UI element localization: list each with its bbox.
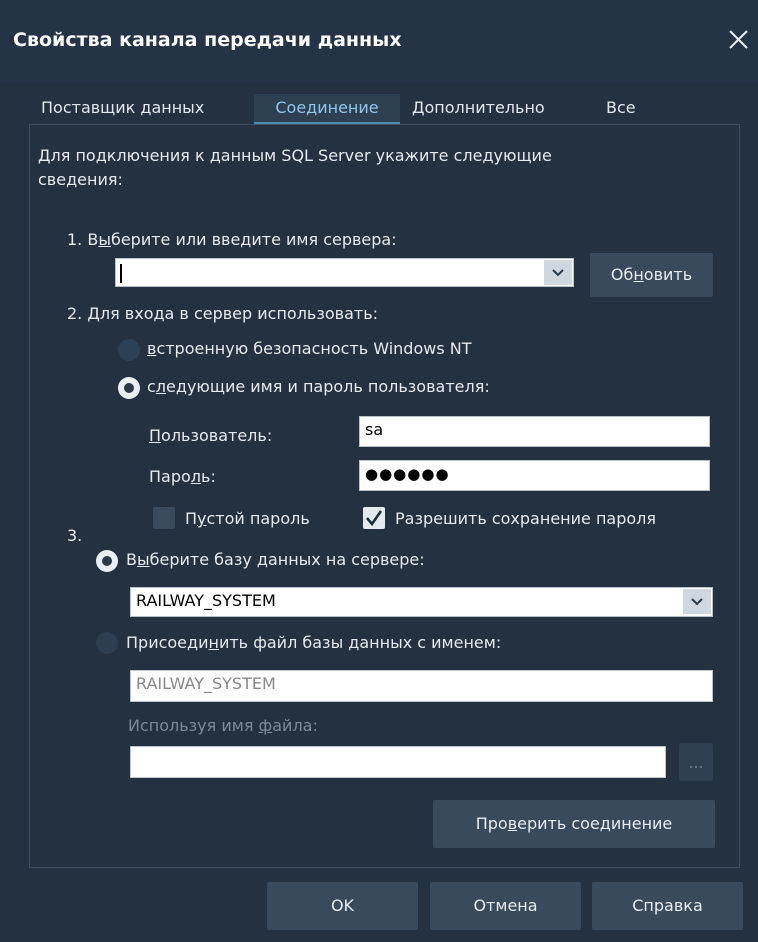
tab-all[interactable]: Все — [604, 94, 638, 124]
test-connection-button[interactable]: Проверить соединение — [433, 800, 715, 848]
chevron-down-icon[interactable] — [683, 589, 711, 614]
server-name-combo[interactable] — [115, 258, 574, 287]
blank-password-checkbox[interactable] — [153, 507, 175, 529]
password-input[interactable]: ●●●●●● — [359, 460, 710, 491]
windows-auth-label: встроенную безопасность Windows NT — [147, 339, 472, 358]
user-input[interactable]: sa — [359, 416, 710, 447]
password-label: Пароль: — [149, 467, 216, 486]
tab-provider[interactable]: Поставщик данных — [39, 94, 206, 124]
select-database-radio[interactable] — [96, 550, 118, 572]
data-link-properties-dialog: Свойства канала передачи данных Поставщи… — [0, 0, 758, 942]
ok-button[interactable]: OK — [267, 882, 418, 930]
title-bar: Свойства канала передачи данных — [0, 0, 758, 82]
allow-save-password-checkbox[interactable] — [363, 507, 385, 529]
filename-input[interactable] — [130, 746, 666, 778]
windows-auth-radio[interactable] — [118, 339, 140, 361]
select-database-label: Выберите базу данных на сервере: — [126, 550, 425, 569]
text-caret — [120, 264, 122, 283]
allow-save-password-label: Разрешить сохранение пароля — [395, 509, 657, 528]
attach-database-radio[interactable] — [96, 632, 118, 654]
user-password-label: следующие имя и пароль пользователя: — [147, 377, 490, 396]
intro-line-2: сведения: — [38, 170, 123, 189]
attach-database-label: Присоединить файл базы данных с именем: — [126, 633, 502, 652]
login-step-label: 2. Для входа в сервер использовать: — [67, 304, 379, 323]
server-step-label: 1. Выберите или введите имя сервера: — [67, 230, 397, 249]
database-combo[interactable]: RAILWAY_SYSTEM — [130, 587, 713, 617]
tab-advanced[interactable]: Дополнительно — [410, 94, 547, 124]
database-step-number: 3. — [67, 526, 83, 545]
close-icon[interactable] — [720, 22, 756, 58]
blank-password-label: Пустой пароль — [185, 509, 310, 528]
refresh-button[interactable]: Обновить — [590, 253, 713, 297]
checkmark-icon — [366, 510, 383, 527]
attach-database-input[interactable]: RAILWAY_SYSTEM — [130, 670, 713, 702]
user-password-radio[interactable] — [118, 377, 140, 399]
window-title: Свойства канала передачи данных — [13, 29, 402, 51]
intro-line-1: Для подключения к данным SQL Server укаж… — [38, 146, 552, 165]
browse-button[interactable]: ... — [679, 743, 713, 781]
user-label: Пользователь: — [149, 426, 273, 445]
help-button[interactable]: Справка — [592, 882, 743, 930]
tab-connection[interactable]: Соединение — [254, 94, 400, 124]
cancel-button[interactable]: Отмена — [430, 882, 581, 930]
chevron-down-icon[interactable] — [544, 260, 572, 285]
filename-label: Используя имя файла: — [128, 716, 318, 735]
